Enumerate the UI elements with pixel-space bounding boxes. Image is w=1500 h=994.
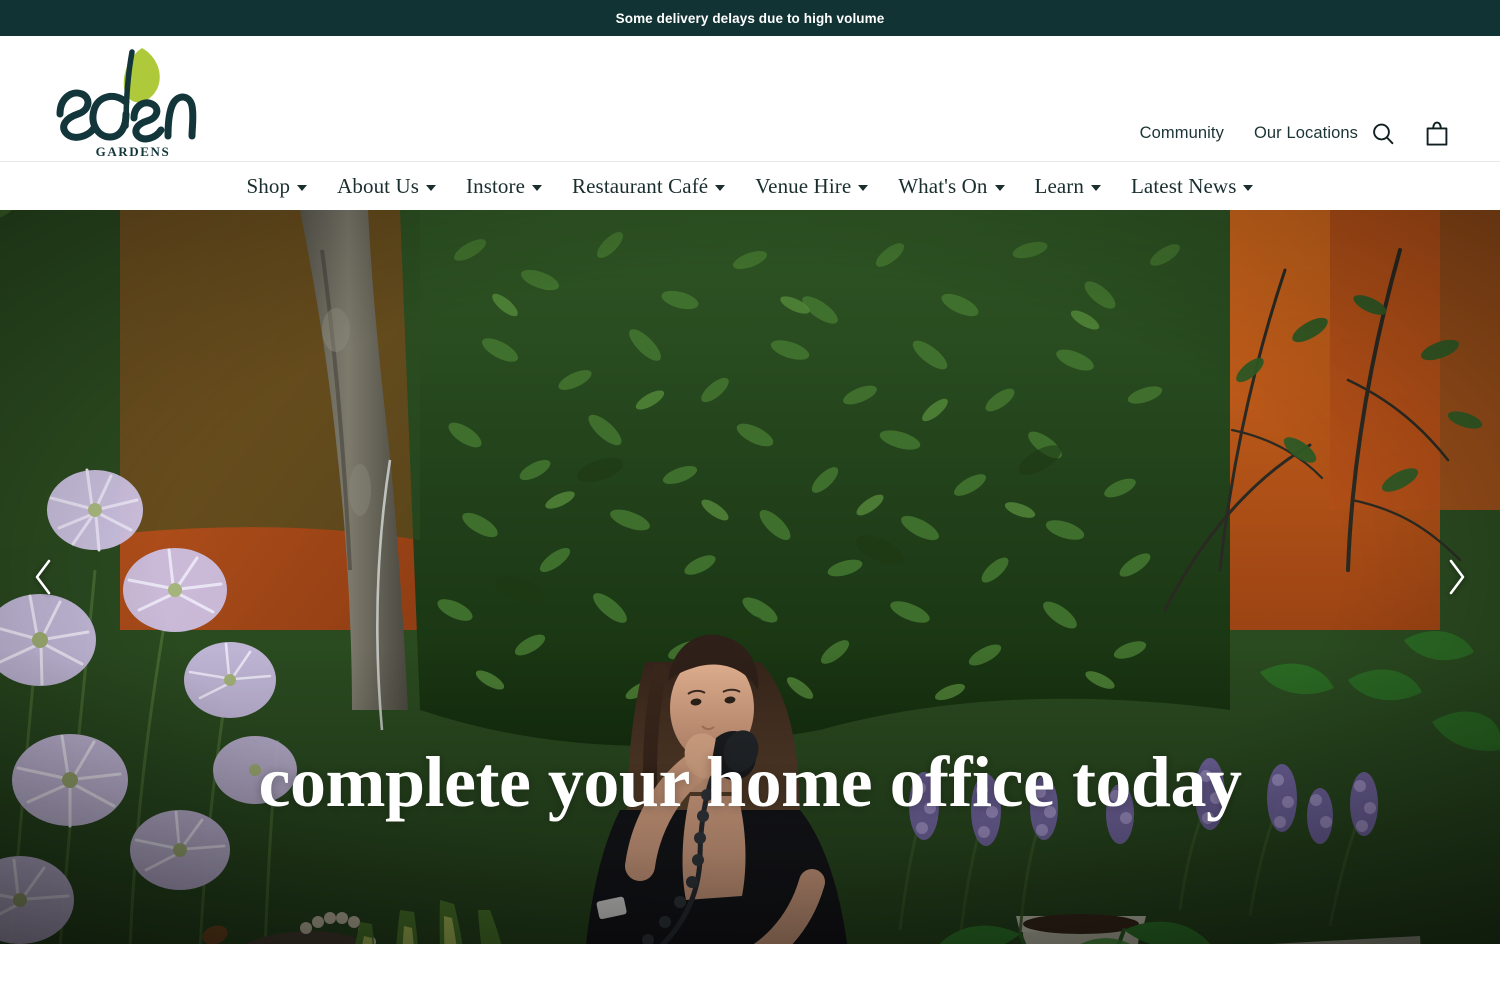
chevron-down-icon — [532, 184, 543, 191]
hero-image — [0, 210, 1500, 944]
header-icons — [1370, 119, 1450, 149]
main-navigation: Shop About Us Instore Restaurant Café Ve… — [0, 162, 1500, 210]
chevron-down-icon — [426, 184, 436, 191]
hero-title: complete your home office today — [258, 742, 1242, 822]
nav-item-shop[interactable]: Shop — [232, 174, 323, 199]
nav-label: Restaurant Café — [572, 173, 709, 198]
search-icon[interactable] — [1370, 119, 1396, 149]
nav-item-restaurant-cafe[interactable]: Restaurant Café — [557, 174, 740, 199]
chevron-down-icon — [297, 184, 308, 191]
site-header: GARDENS INDOOR & OUTDOOR Community Our L… — [0, 36, 1500, 162]
carousel-next-arrow[interactable] — [1434, 555, 1478, 599]
announcement-message: Some delivery delays due to high volume — [615, 10, 885, 26]
nav-label: Shop — [246, 173, 291, 198]
nav-label: Instore — [466, 173, 526, 198]
nav-label: Venue Hire — [755, 173, 852, 198]
nav-label: About Us — [337, 173, 419, 198]
nav-item-instore[interactable]: Instore — [451, 174, 557, 199]
nav-label: What's On — [898, 173, 988, 198]
chevron-down-icon — [1243, 184, 1254, 191]
utility-link-our-locations[interactable]: Our Locations — [1254, 124, 1358, 143]
nav-label: Learn — [1034, 173, 1084, 198]
hero-slideshow: complete your home office today — [0, 210, 1500, 944]
announcement-bar: Some delivery delays due to high volume — [0, 0, 1500, 36]
nav-item-venue-hire[interactable]: Venue Hire — [740, 174, 883, 199]
nav-item-about-us[interactable]: About Us — [322, 174, 451, 199]
chevron-down-icon — [994, 184, 1005, 191]
site-logo[interactable]: GARDENS INDOOR & OUTDOOR — [48, 40, 218, 160]
chevron-down-icon — [715, 184, 726, 191]
logo-gardens-text: GARDENS — [96, 144, 171, 159]
nav-item-whats-on[interactable]: What's On — [883, 174, 1019, 199]
page-content-below-hero — [0, 944, 1500, 994]
utility-nav: Community Our Locations — [1140, 124, 1358, 143]
nav-item-latest-news[interactable]: Latest News — [1116, 174, 1269, 199]
carousel-prev-arrow[interactable] — [22, 555, 66, 599]
nav-label: Latest News — [1130, 173, 1237, 198]
chevron-down-icon — [858, 184, 869, 191]
utility-link-community[interactable]: Community — [1140, 124, 1224, 143]
nav-item-learn[interactable]: Learn — [1020, 174, 1116, 199]
shopping-bag-icon[interactable] — [1424, 119, 1450, 149]
chevron-down-icon — [1090, 184, 1101, 191]
